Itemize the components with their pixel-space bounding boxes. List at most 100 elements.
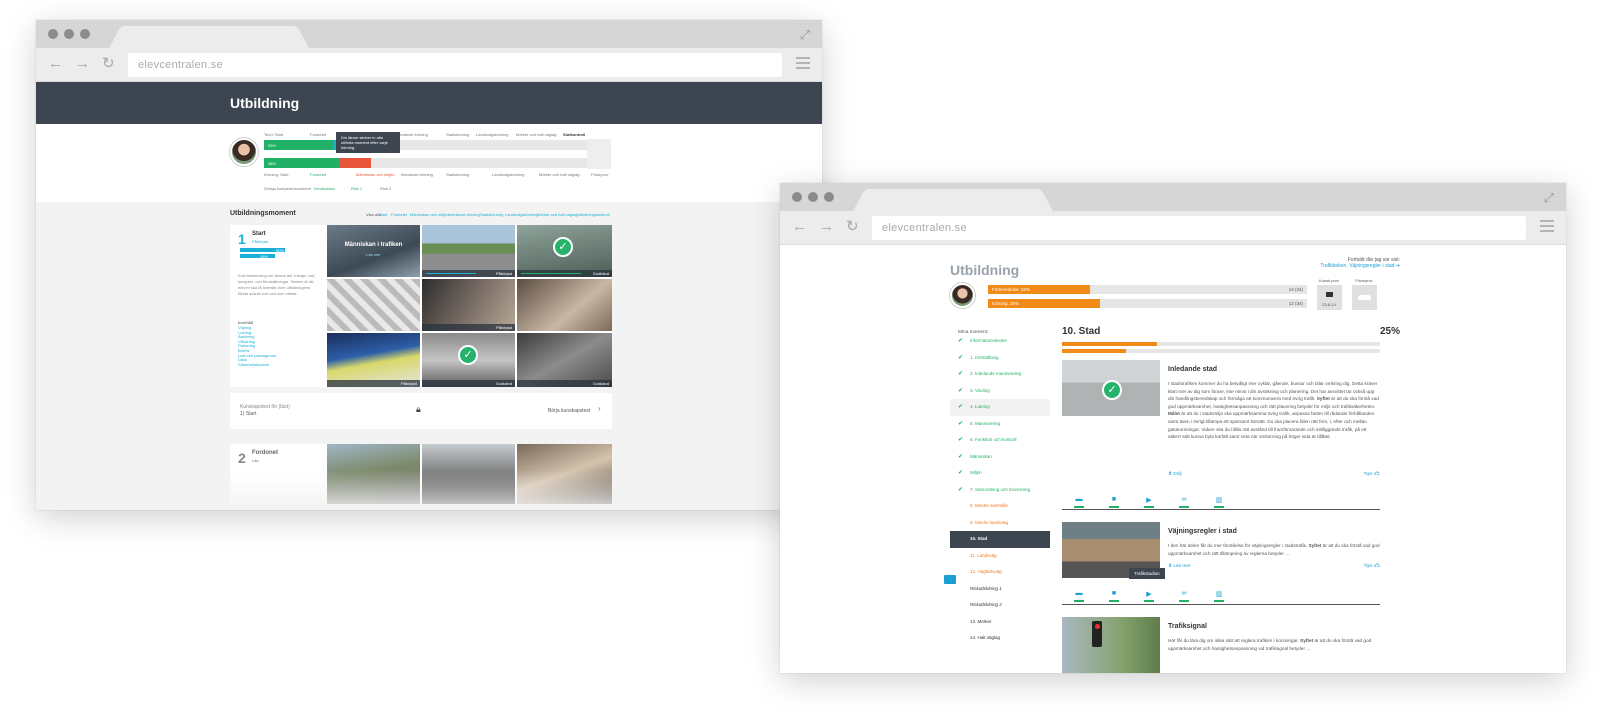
menu-icon[interactable]	[1540, 220, 1554, 235]
tile-link[interactable]: Läs mer	[327, 252, 420, 257]
tips-link[interactable]: Tips 🚗︎	[1364, 564, 1380, 569]
chart-icon[interactable]: ▥	[1212, 496, 1226, 508]
sidebar-item-label: Informationstexten	[970, 338, 1008, 343]
reload-icon[interactable]: ↻	[846, 219, 859, 235]
forward-arrow-icon[interactable]: →	[819, 219, 834, 235]
tooltip: Trafikstudion	[1129, 568, 1165, 579]
col-footer: Fordonet	[310, 172, 327, 177]
lesson-title[interactable]: Inledande stad	[1168, 366, 1217, 373]
read-more-link[interactable]: ⬇ Läs mer	[1168, 564, 1191, 569]
filter-link[interactable]: Utbildningskontroll	[577, 212, 610, 217]
expand-icon[interactable]: ⤢	[800, 27, 810, 43]
status-tag: Påbörjad	[400, 381, 417, 386]
filter-link[interactable]: Mörker och halt väglag	[537, 212, 577, 217]
filter-link[interactable]: Fordonet	[391, 212, 407, 217]
sidebar-item[interactable]: ✔ 5. Manövrering	[950, 416, 1050, 433]
sidebar-item[interactable]: 14. Halt väglag	[950, 630, 1050, 647]
lesson-thumbnail[interactable]: ✓ Godkänd	[422, 333, 515, 387]
url-field[interactable]: elevcentralen.se	[128, 53, 782, 77]
filter-link[interactable]: Inledande körning	[448, 212, 480, 217]
content-link[interactable]: Säkerhetskontroll	[238, 362, 276, 368]
chevron-right-icon[interactable]: ›	[598, 404, 601, 413]
lesson-image[interactable]	[1062, 617, 1160, 673]
status-tag: Godkänd	[495, 381, 512, 386]
filter-link[interactable]: Människan och miljön	[410, 212, 448, 217]
hide-link[interactable]: ⬆ Dölj	[1168, 472, 1182, 477]
sidebar-item[interactable]: ✔ Informationstexten	[950, 333, 1050, 350]
lesson-thumbnail[interactable]: Påbörjad	[422, 279, 515, 331]
arrow-right-icon[interactable]: ➔	[1396, 263, 1400, 269]
browser-tab[interactable]	[124, 26, 294, 48]
lesson-thumbnail[interactable]: ✓ Godkänd	[517, 225, 612, 277]
module-description: Kort beskrivning om denna del. Inleger v…	[238, 273, 316, 296]
filter-link[interactable]: Start	[379, 212, 387, 217]
forarprov-box[interactable]	[1352, 285, 1377, 310]
chart-icon[interactable]: ▥	[1212, 590, 1226, 602]
book-icon[interactable]: ▬	[1072, 590, 1086, 602]
sidebar-item[interactable]: Riskutbildning 2	[950, 597, 1050, 614]
link-icon[interactable]: ∞	[1177, 496, 1191, 508]
lesson-image[interactable]: ✓	[1062, 360, 1160, 416]
check-icon: ✔	[958, 404, 964, 410]
sidebar-item[interactable]: ✔ 6. Funktion och kontroll	[950, 432, 1050, 449]
sidebar-item[interactable]: 10. Stad	[950, 531, 1050, 548]
lesson-title[interactable]: Trafiksignal	[1168, 623, 1207, 630]
book-icon[interactable]: ▬	[1072, 496, 1086, 508]
video-icon[interactable]: ■	[1107, 496, 1121, 508]
sidebar-item[interactable]: ✔ 4. Lutning	[950, 399, 1050, 416]
play-icon[interactable]: ▶	[1142, 496, 1156, 508]
sidebar-item[interactable]: Riskutbildning 1	[950, 581, 1050, 598]
sidebar-item-label: 14. Halt väglag	[970, 635, 1001, 640]
filter-link[interactable]: Stadskörning	[480, 212, 503, 217]
browser-tab[interactable]	[868, 189, 1038, 211]
sidebar-item[interactable]: ✔ 1. Körställning	[950, 350, 1050, 367]
forarprov-label: Förarprov	[1355, 278, 1373, 283]
lesson-thumbnail[interactable]	[327, 279, 420, 331]
menu-icon[interactable]	[796, 57, 810, 72]
back-arrow-icon[interactable]: ←	[792, 219, 807, 235]
reload-icon[interactable]: ↻	[102, 56, 115, 72]
col-footer: Stadskörning	[446, 172, 470, 177]
module-title[interactable]: Fordonet	[252, 450, 278, 456]
sidebar-item[interactable]: 8. Mindre samhälle	[950, 498, 1050, 515]
video-icon[interactable]: ■	[1107, 590, 1121, 602]
sidebar-item[interactable]: 11. Landsväg	[950, 548, 1050, 565]
sidebar-item[interactable]: ✔ 3. Växling	[950, 383, 1050, 400]
forward-arrow-icon[interactable]: →	[75, 56, 90, 72]
continue-link[interactable]: Trafikboken, Väjningsregler i stad	[1320, 263, 1394, 269]
lesson-thumbnail[interactable]: Påbörjad	[422, 225, 515, 277]
sidebar-item[interactable]: 12. Högfartsväg	[950, 564, 1050, 581]
lesson-title[interactable]: Väjningsregler i stad	[1168, 528, 1237, 535]
col-header: Inledande körning	[396, 132, 428, 137]
filter-link[interactable]: Landsvägskörning	[505, 212, 537, 217]
preparation-count: 14 (34)	[1288, 287, 1303, 292]
link-icon[interactable]: ∞	[1177, 590, 1191, 602]
sidebar-item-label: 13. Mörker	[970, 618, 992, 624]
sidebar-item[interactable]: ✔ 2. Inledande manövrering	[950, 366, 1050, 383]
expand-icon[interactable]: ⤢	[1544, 190, 1554, 206]
sidebar-item[interactable]: ✔ Miljön	[950, 465, 1050, 482]
sidebar-item-label: Riskutbildning 2	[970, 602, 1002, 607]
check-icon: ✔	[958, 387, 964, 394]
lesson-thumbnail[interactable]	[517, 279, 612, 331]
play-icon[interactable]: ▶	[1142, 590, 1156, 602]
tips-link[interactable]: Tips 🚗︎	[1364, 472, 1380, 477]
sidebar-item[interactable]: ✔ 7. Samordning och bromsning	[950, 482, 1050, 499]
lesson-thumbnail[interactable]: Människan i trafiken Läs mer	[327, 225, 420, 277]
lesson-vajningsregler: Väjningsregler i stad I den här delen få…	[1062, 522, 1380, 582]
sidebar-item[interactable]: ✔ Människan	[950, 449, 1050, 466]
module-title[interactable]: Start	[252, 231, 266, 237]
sidebar-item[interactable]: 13. Mörker	[950, 614, 1050, 631]
sidebar: ✔ Informationstexten ✔ 1. Körställning ✔ 2. I…	[950, 333, 1050, 647]
lesson-thumbnail[interactable]: Påbörjad	[327, 333, 420, 387]
back-arrow-icon[interactable]: ←	[48, 56, 63, 72]
window-controls[interactable]	[792, 192, 834, 202]
url-field[interactable]: elevcentralen.se	[872, 216, 1526, 240]
lesson-thumbnail[interactable]: Godkänd	[517, 333, 612, 387]
sidebar-item[interactable]: 9. Mindre landsväg	[950, 515, 1050, 532]
window-controls[interactable]	[48, 29, 90, 39]
col-footer: Människan och miljön	[356, 172, 395, 177]
start-quiz-button[interactable]: Börja kunskapstest	[548, 408, 590, 414]
legend-item: Introduktion	[314, 186, 335, 191]
divider	[1062, 509, 1380, 510]
